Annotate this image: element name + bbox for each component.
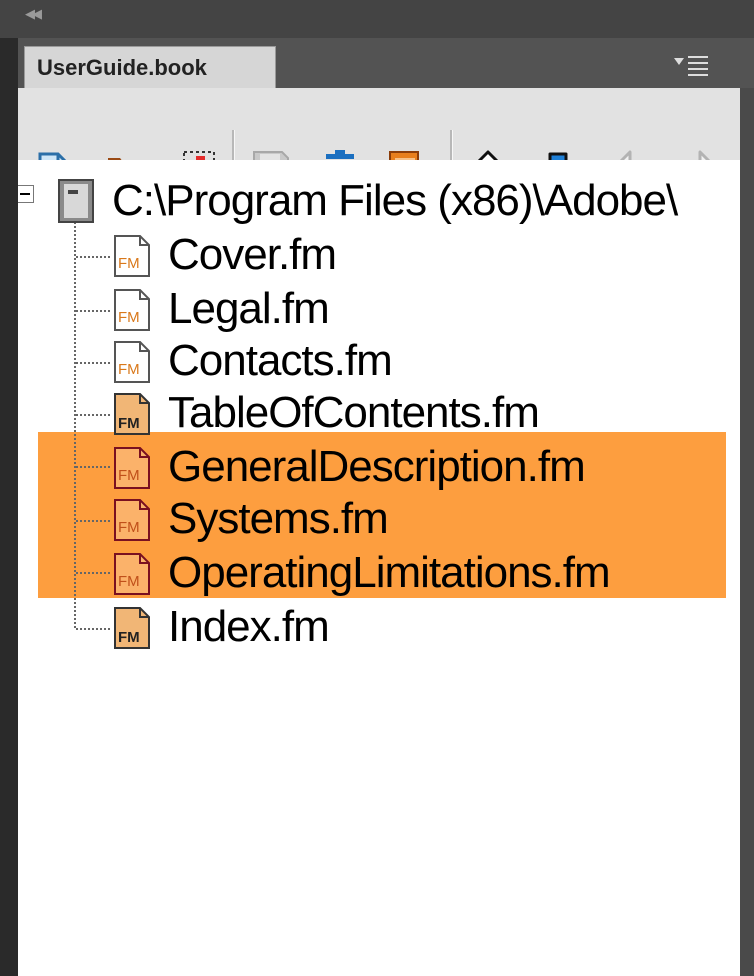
book-tree: C:\Program Files (x86)\Adobe\ FM Cover.f… <box>18 160 740 976</box>
tree-root-row[interactable]: C:\Program Files (x86)\Adobe\ <box>18 174 740 226</box>
tree-file-row[interactable]: FM TableOfContents.fm <box>18 386 740 438</box>
collapse-double-chevron-icon[interactable]: ◀◀ <box>25 8 42 21</box>
book-panel: UserGuide.book C:\Program Files (x86)\Ad… <box>18 38 754 976</box>
tree-file-label: OperatingLimitations.fm <box>168 548 611 597</box>
book-icon <box>56 178 96 224</box>
fm-file-icon: FM <box>112 340 152 384</box>
svg-text:FM: FM <box>118 309 140 326</box>
tree-file-label: Cover.fm <box>168 230 337 279</box>
tree-file-label: TableOfContents.fm <box>168 388 540 437</box>
tree-file-label: GeneralDescription.fm <box>168 442 586 491</box>
svg-text:FM: FM <box>118 519 140 536</box>
tab-userguide-book[interactable]: UserGuide.book <box>24 46 276 88</box>
svg-text:FM: FM <box>118 573 140 590</box>
panel-title-bar: ◀◀ <box>0 0 754 38</box>
tree-file-row[interactable]: FM Contacts.fm <box>18 334 740 386</box>
panel-scrollbar[interactable] <box>740 88 754 976</box>
tab-strip: UserGuide.book <box>18 38 754 88</box>
tree-root-label: C:\Program Files (x86)\Adobe\ <box>112 176 678 225</box>
svg-text:FM: FM <box>118 361 140 378</box>
svg-text:FM: FM <box>118 467 140 484</box>
panel-menu-icon[interactable] <box>674 54 714 80</box>
tree-file-label: Contacts.fm <box>168 336 393 385</box>
fm-file-icon: FM <box>112 606 152 650</box>
fm-file-icon: FM <box>112 552 152 596</box>
tree-file-row[interactable]: FM Index.fm <box>18 600 740 652</box>
svg-text:FM: FM <box>118 415 140 432</box>
tree-file-label: Legal.fm <box>168 284 330 333</box>
fm-file-icon: FM <box>112 392 152 436</box>
fm-file-icon: FM <box>112 498 152 542</box>
left-edge <box>0 38 18 976</box>
fm-file-icon: FM <box>112 446 152 490</box>
tree-file-label: Index.fm <box>168 602 330 651</box>
fm-file-icon: FM <box>112 234 152 278</box>
tree-file-row[interactable]: FM Legal.fm <box>18 282 740 334</box>
tree-file-label: Systems.fm <box>168 494 389 543</box>
tree-file-row-selected[interactable]: FM GeneralDescription.fm <box>18 440 740 492</box>
tree-file-row-selected[interactable]: FM Systems.fm <box>18 492 740 544</box>
collapse-toggle-icon[interactable] <box>18 185 34 203</box>
svg-text:FM: FM <box>118 255 140 272</box>
svg-text:FM: FM <box>118 629 140 646</box>
tree-file-row-selected[interactable]: FM OperatingLimitations.fm <box>18 546 740 598</box>
fm-file-icon: FM <box>112 288 152 332</box>
tree-file-row[interactable]: FM Cover.fm <box>18 228 740 280</box>
